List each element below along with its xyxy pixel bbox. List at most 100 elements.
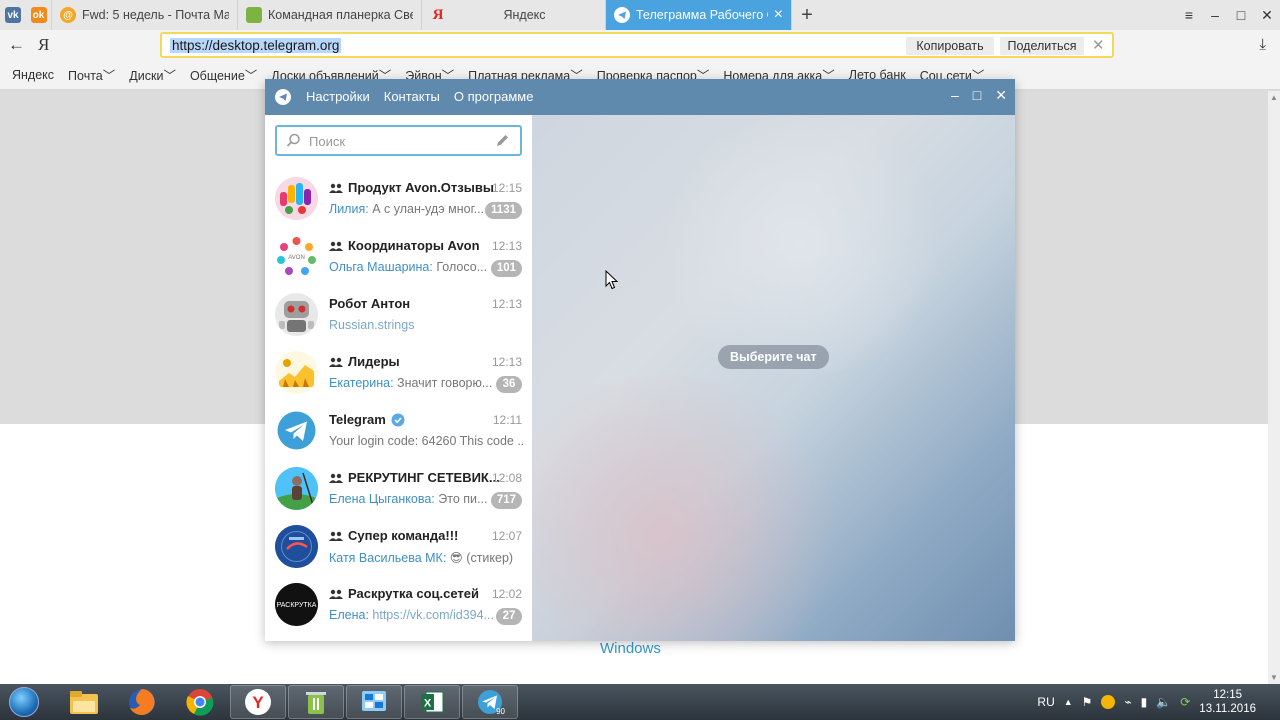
minimize-icon[interactable]: – — [951, 87, 959, 104]
telegram-unread-count: 90 — [496, 707, 505, 716]
chat-last-message: Russian.strings — [329, 318, 415, 332]
usb-icon[interactable]: ⌁ — [1124, 695, 1131, 709]
chat-item[interactable]: Лидеры 12:13 Екатерина: Значит говорю...… — [265, 344, 532, 402]
telegram-window: Настройки Контакты О программе – □ ✕ Пои… — [265, 79, 1015, 641]
taskbar-excel[interactable]: X — [404, 685, 460, 719]
chat-last-message: Ольга Машарина: Голосо... — [329, 260, 488, 274]
windows-link[interactable]: Windows — [600, 640, 661, 657]
close-tab-icon[interactable]: × — [774, 7, 783, 23]
group-icon — [329, 531, 343, 541]
tab-telegram[interactable]: Телеграмма Рабочего С × — [606, 0, 792, 30]
tab-yandex[interactable]: Я Яндекс — [422, 0, 606, 30]
language-indicator[interactable]: RU — [1037, 695, 1054, 709]
control-panel-icon — [362, 691, 386, 711]
chat-item[interactable]: РЕКРУТИНГ СЕТЕВИК... 12:08 Елена Цыганко… — [265, 460, 532, 518]
taskbar-recycle[interactable] — [288, 685, 344, 719]
new-tab-button[interactable]: + — [792, 4, 822, 27]
flag-icon[interactable]: ⚑ — [1082, 695, 1093, 709]
pinned-tab-vk[interactable]: vk — [0, 0, 26, 30]
yandex-logo[interactable]: Я — [38, 35, 49, 55]
telegram-title-bar: Настройки Контакты О программе – □ ✕ — [265, 79, 1015, 115]
minimize-icon[interactable]: – — [1202, 7, 1228, 23]
avatar — [275, 351, 318, 394]
group-icon — [329, 183, 343, 193]
address-row: ← Я https://desktop.telegram.org Копиров… — [0, 30, 1280, 60]
avatar — [275, 293, 318, 336]
chat-last-message: Your login code: 64260 This code ... — [329, 434, 523, 448]
tray-expand-icon[interactable]: ▲ — [1064, 697, 1073, 707]
chat-item[interactable]: AVON Координаторы Avon 12:13 Ольга Машар… — [265, 228, 532, 286]
chat-last-message: Катя Васильева МК: 😎 (стикер) — [329, 551, 514, 565]
pinned-tab-odnoklassniki[interactable]: ok — [26, 0, 52, 30]
pencil-icon[interactable] — [495, 133, 510, 148]
svg-text:Y: Y — [252, 693, 264, 712]
select-chat-label: Выберите чат — [718, 345, 829, 369]
maximize-icon[interactable]: □ — [973, 87, 981, 104]
chat-item[interactable]: Супер команда!!! 12:07 Катя Васильева МК… — [265, 518, 532, 576]
taskbar-explorer[interactable] — [56, 685, 112, 719]
browser-tab-strip: vk ok @ Fwd: 5 недель - Почта Mail Коман… — [0, 0, 1280, 30]
chat-last-message: Елена: https://vk.com/id394... — [329, 608, 494, 622]
back-arrow-icon[interactable]: ← — [8, 35, 25, 55]
search-input[interactable]: Поиск — [275, 125, 522, 156]
copy-button[interactable]: Копировать — [906, 37, 994, 55]
chat-name: РЕКРУТИНГ СЕТЕВИК... — [348, 470, 500, 485]
bookmark-folder[interactable]: Почта﹀ — [68, 65, 115, 84]
group-icon — [329, 357, 343, 367]
chat-item[interactable]: Telegram 12:11 Your login code: 64260 Th… — [265, 402, 532, 460]
sync-icon[interactable]: ⟳ — [1180, 695, 1190, 709]
tab-mail[interactable]: @ Fwd: 5 недель - Почта Mail — [52, 0, 238, 30]
maximize-icon[interactable]: □ — [1228, 7, 1254, 23]
clock[interactable]: 12:15 13.11.2016 — [1199, 688, 1256, 716]
system-tray: RU ▲ ⚑ ⌁ ▮ 🔈 ⟳ 12:15 13.11.2016 — [1037, 684, 1280, 720]
taskbar-telegram[interactable]: 90 — [462, 685, 518, 719]
taskbar-chrome[interactable] — [172, 685, 228, 719]
share-button[interactable]: Поделиться — [1000, 37, 1084, 55]
clock-date: 13.11.2016 — [1199, 703, 1256, 715]
taskbar-yandex-browser[interactable]: Y — [230, 685, 286, 719]
group-icon — [329, 241, 343, 251]
tab-planerka[interactable]: Командная планерка Свет — [238, 0, 422, 30]
menu-about[interactable]: О программе — [454, 89, 534, 104]
page-scrollbar[interactable]: ▲ ▼ — [1268, 91, 1280, 684]
chat-time: 12:15 — [491, 181, 522, 195]
address-bar[interactable]: https://desktop.telegram.org Копировать … — [160, 32, 1114, 58]
taskbar-control-panel[interactable] — [346, 685, 402, 719]
network-icon[interactable]: ▮ — [1141, 695, 1148, 709]
avatar — [275, 467, 318, 510]
vk-icon: vk — [5, 7, 21, 23]
menu-contacts[interactable]: Контакты — [384, 89, 440, 104]
chat-name: Раскрутка соц.сетей — [348, 586, 479, 601]
chat-item[interactable]: Продукт Avon.Отзывы 12:15 Лилия: А с ула… — [265, 170, 532, 228]
unread-badge: 717 — [490, 492, 522, 509]
telegram-logo-icon — [275, 89, 291, 105]
taskbar-firefox[interactable] — [114, 685, 170, 719]
close-icon[interactable]: ✕ — [995, 87, 1007, 104]
clear-url-icon[interactable]: ✕ — [1092, 36, 1105, 54]
chat-name: Супер команда!!! — [348, 528, 459, 543]
chat-time: 12:13 — [491, 355, 522, 369]
volume-icon[interactable]: 🔈 — [1156, 695, 1171, 709]
clock-time: 12:15 — [1213, 689, 1243, 701]
scroll-down-icon[interactable]: ▼ — [1270, 673, 1278, 682]
url-text[interactable]: https://desktop.telegram.org — [170, 38, 342, 53]
recycle-bin-icon — [306, 692, 326, 714]
tray-app-icon[interactable] — [1101, 695, 1116, 709]
download-icon[interactable]: ⤓ — [1259, 36, 1266, 53]
chat-item[interactable]: Робот Антон 12:13 Russian.strings — [265, 286, 532, 344]
scroll-up-icon[interactable]: ▲ — [1270, 93, 1278, 102]
windows-taskbar: Y X 90 RU ▲ ⚑ ⌁ ▮ 🔈 ⟳ 12:15 13.11.2016 — [0, 684, 1280, 720]
bookmark-folder[interactable]: Общение﹀ — [190, 65, 257, 84]
menu-icon[interactable]: ≡ — [1176, 7, 1202, 23]
bookmark-item[interactable]: Яндекс — [12, 68, 54, 82]
close-icon[interactable]: ✕ — [1254, 7, 1280, 24]
chat-name: Робот Антон — [329, 296, 411, 311]
mouse-cursor-icon — [605, 270, 618, 290]
search-placeholder: Поиск — [309, 134, 346, 149]
menu-settings[interactable]: Настройки — [306, 89, 370, 104]
yandex-browser-icon: Y — [245, 689, 271, 715]
avatar: AVON — [275, 235, 318, 278]
start-button[interactable] — [5, 684, 43, 720]
bookmark-folder[interactable]: Диски﹀ — [129, 65, 176, 84]
chat-item[interactable]: РАСКРУТКА Раскрутка соц.сетей 12:02 Елен… — [265, 576, 532, 634]
